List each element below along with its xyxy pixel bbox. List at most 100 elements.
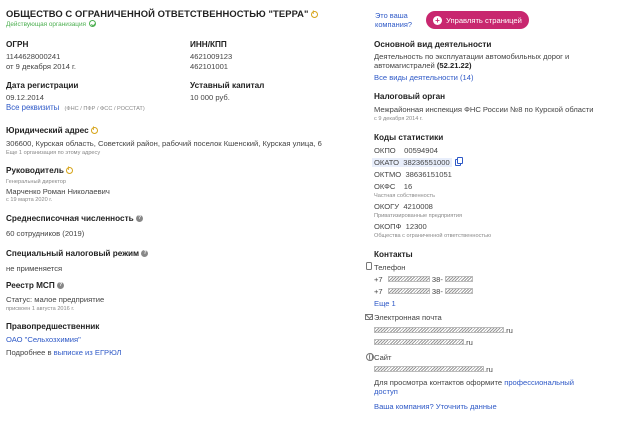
ogrn-date: от 9 декабря 2014 г. bbox=[6, 62, 77, 71]
okopf-value: 12300 bbox=[405, 222, 427, 231]
your-company-link[interactable]: Это ваша компания? bbox=[375, 11, 425, 29]
stat-codes-label: Коды статистики bbox=[374, 133, 444, 142]
plus-icon: + bbox=[433, 15, 442, 25]
manage-page-label: Управлять страницей bbox=[446, 15, 522, 25]
phone-2-suffix: 38- bbox=[431, 287, 443, 296]
site-value: .ru bbox=[374, 365, 493, 374]
email-1-mask bbox=[374, 327, 504, 333]
okpo-label: ОКПО bbox=[374, 146, 396, 155]
okogu-label: ОКОГУ bbox=[374, 202, 400, 211]
info-icon[interactable] bbox=[90, 126, 98, 134]
okopf-desc: Общества с ограниченной ответственностью bbox=[374, 233, 492, 239]
manage-page-button[interactable]: + Управлять страницей bbox=[426, 11, 529, 29]
okato-label: ОКАТО bbox=[374, 158, 400, 167]
help-icon[interactable] bbox=[56, 282, 64, 289]
phone-2-mask bbox=[387, 288, 430, 294]
okfs-label: ОКФС bbox=[374, 182, 396, 191]
status-badge: Действующая организация bbox=[6, 20, 96, 28]
website-icon bbox=[366, 353, 374, 361]
all-activities-link[interactable]: Все виды деятельности (14) bbox=[374, 73, 474, 82]
more-prefix: Подробнее в bbox=[6, 348, 52, 357]
msp-assigned: присвоен 1 августа 2016 г. bbox=[6, 306, 75, 312]
kpp-value: 462101001 bbox=[190, 62, 229, 71]
tax-regime-label: Специальный налоговый режим bbox=[6, 249, 149, 258]
copy-icon[interactable] bbox=[454, 157, 463, 166]
mail-icon bbox=[365, 314, 373, 320]
phone-label: Телефон bbox=[374, 263, 406, 272]
email-2: .ru bbox=[374, 338, 473, 347]
tax-regime-label-text: Специальный налоговый режим bbox=[6, 249, 140, 258]
email-2-suffix: .ru bbox=[464, 338, 473, 347]
staff-label: Среднесписочная численность bbox=[6, 214, 143, 223]
pro-access-note: Для просмотра контактов оформите професс… bbox=[374, 378, 574, 397]
all-details-link[interactable]: Все реквизиты bbox=[6, 103, 59, 112]
msp-value: Статус: малое предприятие bbox=[6, 295, 105, 304]
phone-1-mask-tail bbox=[445, 276, 474, 282]
tax-org-value: Межрайонная инспекция ФНС России №8 по К… bbox=[374, 105, 594, 114]
predecessor-link[interactable]: ОАО "Сельхозхимия" bbox=[6, 335, 81, 344]
address-label-text: Юридический адрес bbox=[6, 126, 89, 135]
tax-org-since: с 9 декабря 2014 г. bbox=[374, 116, 423, 122]
okpo-row: ОКПО 00594904 bbox=[374, 146, 438, 155]
inn-label: ИНН/КПП bbox=[190, 40, 227, 49]
okogu-value: 4210008 bbox=[403, 202, 433, 211]
activity-label: Основной вид деятельности bbox=[374, 40, 492, 49]
capital-label: Уставный капитал bbox=[190, 81, 265, 90]
phone-2: +7 38- bbox=[374, 287, 474, 296]
phone-1-suffix: 38- bbox=[431, 275, 443, 284]
activity-code: (52.21.22) bbox=[436, 61, 472, 71]
ogrn-label: ОГРН bbox=[6, 40, 29, 49]
okfs-value: 16 bbox=[403, 182, 413, 191]
director-since: с 19 марта 2020 г. bbox=[6, 197, 53, 203]
info-icon[interactable] bbox=[65, 166, 73, 174]
okato-row: ОКАТО 38236551000 bbox=[372, 157, 463, 167]
okpo-value: 00594904 bbox=[404, 146, 438, 155]
okopf-label: ОКОПФ bbox=[374, 222, 402, 231]
reg-date-value: 09.12.2014 bbox=[6, 93, 45, 102]
phone-1: +7 38- bbox=[374, 275, 474, 284]
update-data-link[interactable]: Ваша компания? Уточнить данные bbox=[374, 402, 497, 411]
help-icon[interactable] bbox=[141, 250, 149, 257]
check-circle-icon bbox=[89, 20, 96, 27]
ogrn-value: 1144628000241 bbox=[6, 52, 61, 61]
okfs-desc: Частная собственность bbox=[374, 193, 436, 199]
staff-label-text: Среднесписочная численность bbox=[6, 214, 134, 223]
oktmo-row: ОКТМО 38636151051 bbox=[374, 170, 452, 179]
okogu-row: ОКОГУ 4210008 bbox=[374, 202, 433, 211]
inn-value: 4621009123 bbox=[190, 52, 233, 61]
oktmo-value: 38636151051 bbox=[405, 170, 452, 179]
predecessor-label: Правопредшественник bbox=[6, 322, 100, 331]
msp-label: Реестр МСП bbox=[6, 281, 64, 290]
email-2-mask bbox=[374, 339, 464, 345]
site-suffix: .ru bbox=[484, 365, 493, 374]
address-more[interactable]: Еще 1 организация по этому адресу bbox=[6, 150, 100, 157]
tax-regime-value: не применяется bbox=[6, 264, 63, 273]
reg-date-label: Дата регистрации bbox=[6, 81, 79, 90]
okfs-row: ОКФС 16 bbox=[374, 182, 412, 191]
address-value: 306600, Курская область, Советский район… bbox=[6, 139, 322, 148]
activity-value: Деятельность по эксплуатации автомобильн… bbox=[374, 52, 604, 71]
email-label: Электронная почта bbox=[374, 313, 442, 322]
director-role: Генеральный директор bbox=[6, 179, 66, 185]
help-icon[interactable] bbox=[135, 215, 143, 222]
company-card-page: ОБЩЕСТВО С ОГРАНИЧЕННОЙ ОТВЕТСТВЕННОСТЬЮ… bbox=[0, 0, 624, 423]
egrul-extract-link[interactable]: выписке из ЕГРЮЛ bbox=[54, 348, 122, 357]
status-text: Действующая организация bbox=[6, 21, 86, 28]
address-label: Юридический адрес bbox=[6, 126, 98, 135]
tax-org-label: Налоговый орган bbox=[374, 92, 446, 101]
director-name[interactable]: Марченко Роман Николаевич bbox=[6, 187, 110, 196]
phone-2-mask-tail bbox=[445, 288, 474, 294]
phone-2-prefix: +7 bbox=[374, 287, 383, 296]
more-phones-link[interactable]: Еще 1 bbox=[374, 299, 396, 308]
staff-value: 60 сотрудников (2019) bbox=[6, 229, 85, 238]
msp-label-text: Реестр МСП bbox=[6, 281, 55, 290]
contacts-label: Контакты bbox=[374, 250, 413, 259]
site-label: Сайт bbox=[374, 353, 392, 362]
phone-1-mask bbox=[387, 276, 430, 282]
oktmo-label: ОКТМО bbox=[374, 170, 402, 179]
site-mask bbox=[374, 366, 484, 372]
pro-note-prefix: Для просмотра контактов оформите bbox=[374, 378, 503, 387]
okato-highlight: ОКАТО 38236551000 bbox=[372, 158, 452, 167]
all-details-sources: (ФНС / ПФР / ФСС / РОССТАТ) bbox=[64, 106, 145, 112]
info-icon[interactable] bbox=[310, 10, 318, 18]
